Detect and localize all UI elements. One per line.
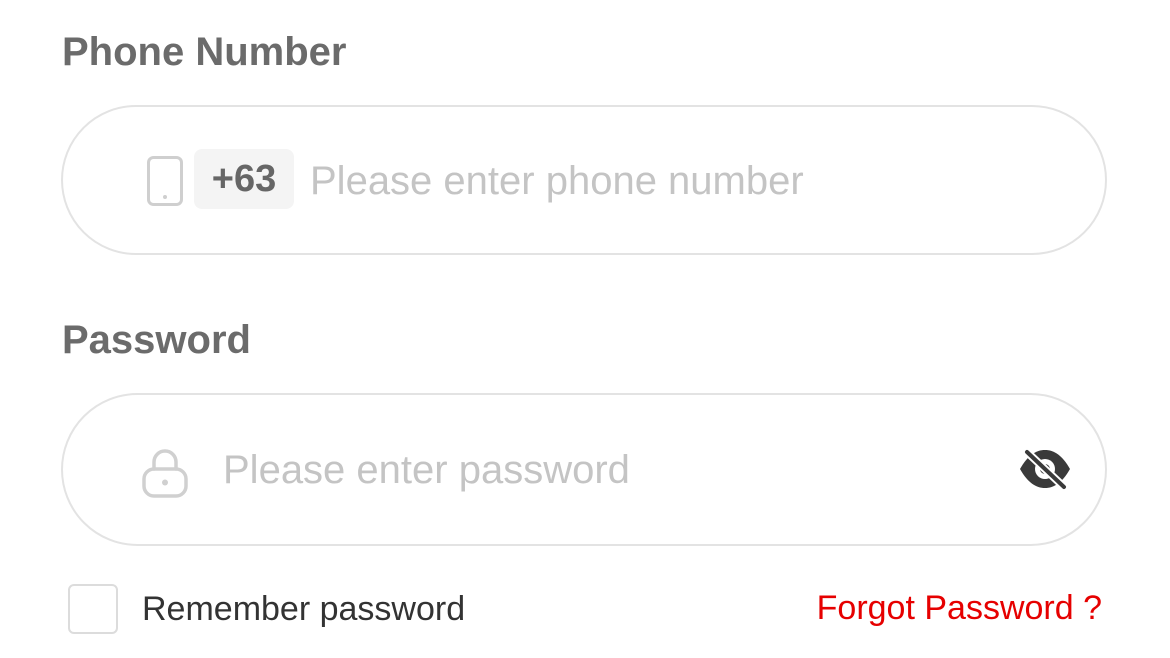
lock-icon <box>142 449 188 498</box>
remember-password-row: Remember password <box>68 582 465 636</box>
country-code-selector[interactable]: +63 <box>194 149 294 209</box>
login-form: Phone Number +63 Password Remember passw… <box>0 0 1170 658</box>
remember-password-checkbox[interactable] <box>68 584 118 634</box>
phone-input-container[interactable]: +63 <box>61 105 1107 255</box>
phone-number-input[interactable] <box>310 151 1010 211</box>
password-input-container[interactable] <box>61 393 1107 546</box>
eye-off-icon[interactable] <box>1018 447 1072 491</box>
remember-password-label[interactable]: Remember password <box>142 592 465 626</box>
phone-number-label: Phone Number <box>62 30 347 74</box>
password-input[interactable] <box>223 440 983 500</box>
password-label: Password <box>62 318 251 362</box>
mobile-phone-icon <box>147 156 183 206</box>
forgot-password-link[interactable]: Forgot Password ? <box>817 591 1102 625</box>
